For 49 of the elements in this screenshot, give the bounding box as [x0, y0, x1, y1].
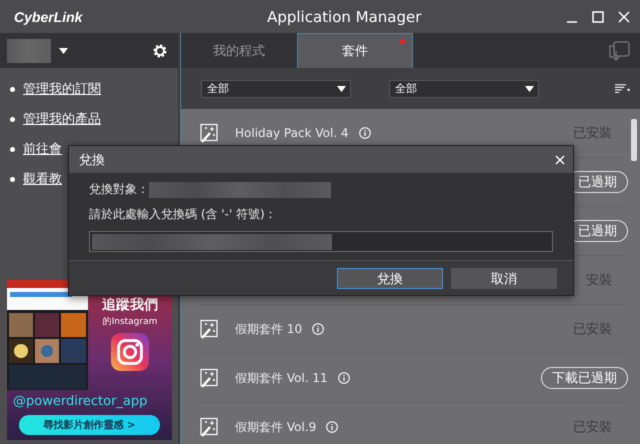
sort-icon[interactable]	[614, 82, 630, 94]
bullet-icon	[10, 86, 15, 92]
settings-icon[interactable]	[152, 42, 168, 58]
magic-wand-icon	[199, 319, 219, 339]
close-icon[interactable]	[555, 154, 565, 164]
pack-name: 假期套件 Vol. 11	[235, 370, 328, 386]
pack-name: 假期套件 10	[235, 320, 302, 338]
info-icon[interactable]	[358, 127, 371, 139]
sidebar-link[interactable]: 觀看教	[23, 170, 62, 188]
sidebar-link[interactable]: 管理我的訂閱	[23, 80, 101, 98]
banner-heading: 追蹤我們	[102, 296, 158, 314]
magic-wand-icon	[199, 368, 219, 388]
pack-name: Holiday Pack Vol. 4	[235, 126, 349, 140]
dialog-button[interactable]: 取消	[451, 268, 557, 288]
code-label: 請於此處輸入兌換碼 (含 '-' 符號)：	[89, 206, 277, 223]
banner-subheading: 的Instagram	[102, 316, 158, 328]
magic-wand-icon	[199, 417, 219, 437]
bullet-icon	[10, 146, 15, 152]
filter-dropdown[interactable]: 全部	[388, 80, 539, 98]
app-logo: CyberLink	[14, 8, 82, 24]
magic-wand-icon	[199, 123, 219, 143]
import-icon[interactable]	[608, 40, 630, 60]
code-input-field[interactable]	[89, 231, 553, 252]
bullet-icon	[10, 176, 15, 182]
bullet-icon	[10, 116, 15, 122]
maximize-icon[interactable]	[592, 10, 604, 22]
expired-button[interactable]: 下載已過期	[541, 367, 628, 389]
info-icon[interactable]	[338, 372, 350, 384]
sidebar-link[interactable]: 前往會	[23, 140, 62, 158]
window-title: Application Manager	[266, 8, 422, 26]
target-label: 兌換對象：	[89, 181, 149, 198]
tab[interactable]: 我的程式	[181, 33, 297, 68]
tab[interactable]: 套件	[297, 33, 413, 68]
filter-dropdown[interactable]: 全部	[201, 80, 351, 98]
scrollbar-thumb[interactable]	[631, 119, 637, 161]
instagram-banner[interactable]: 追蹤我們 的Instagram @powerdirector_app 尋找影片創作靈感 >	[7, 280, 172, 440]
caret-icon	[524, 86, 534, 92]
caret-icon	[336, 86, 346, 92]
instagram-handle: @powerdirector_app	[12, 394, 148, 409]
dialog-button[interactable]: 兌換	[337, 268, 443, 288]
pack-name: 假期套件 Vol.9	[235, 418, 316, 436]
sidebar-link[interactable]: 管理我的產品	[23, 110, 101, 128]
close-icon[interactable]	[618, 10, 630, 22]
info-icon[interactable]	[326, 421, 338, 433]
caret-icon[interactable]	[59, 48, 68, 54]
info-icon[interactable]	[312, 323, 324, 335]
instagram-icon	[111, 333, 149, 371]
dialog-title: 兌換	[79, 152, 105, 168]
inspiration-button[interactable]: 尋找影片創作靈感 >	[19, 415, 160, 435]
